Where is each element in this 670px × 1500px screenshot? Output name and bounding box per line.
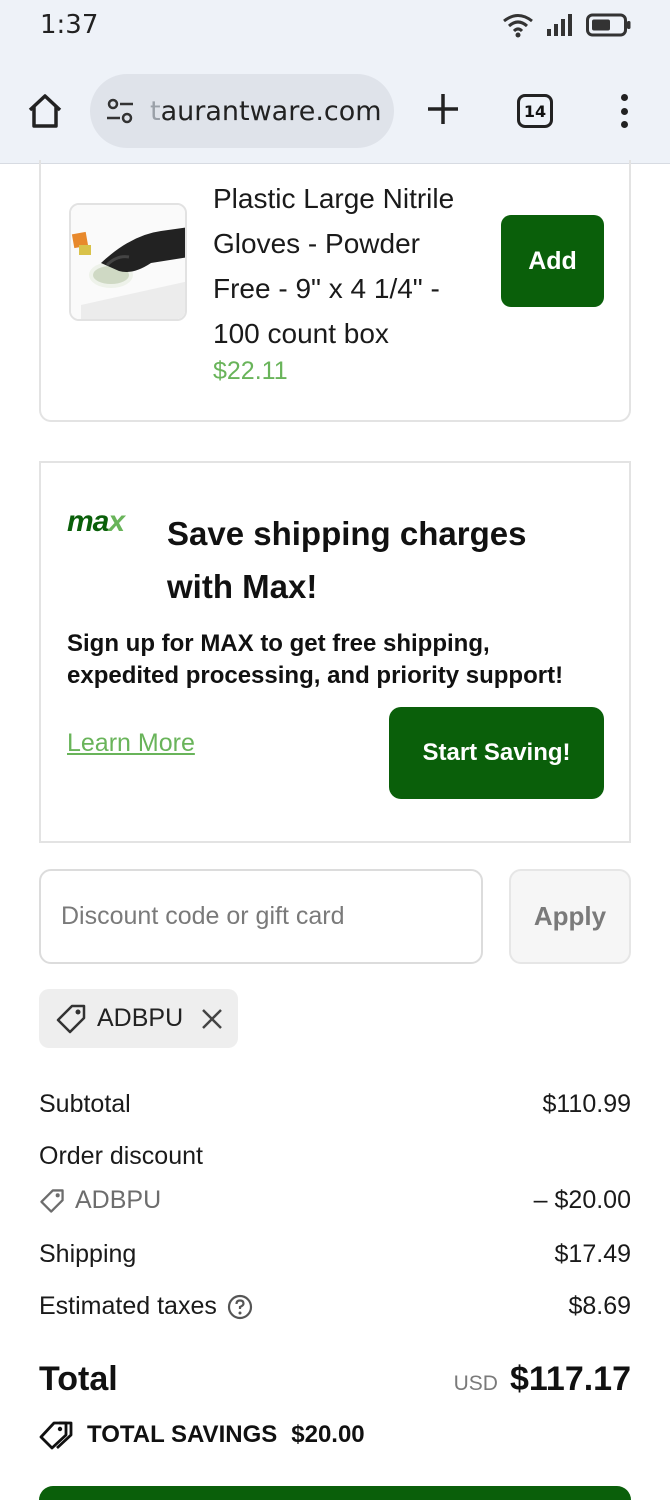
max-promo-description: Sign up for MAX to get free shipping, ex… [67, 630, 564, 689]
product-image [69, 203, 187, 321]
total-currency: USD [453, 1372, 498, 1395]
start-saving-button[interactable]: Start Saving! [389, 707, 604, 799]
apply-button[interactable]: Apply [509, 869, 631, 964]
home-button[interactable] [22, 88, 68, 134]
url-text-main: aurantware.com [160, 95, 382, 127]
total-label: Total [39, 1360, 118, 1398]
taxes-label: Estimated taxes [39, 1292, 217, 1320]
discount-code-label: ADBPU [39, 1186, 161, 1215]
taxes-row: Estimated taxes $8.69 [39, 1292, 631, 1321]
address-bar[interactable]: taurantware.com [90, 74, 394, 148]
savings-label: TOTAL SAVINGS [87, 1421, 278, 1448]
max-promo-title: Save shipping charges with Max! [167, 515, 527, 605]
shipping-value: $17.49 [554, 1240, 631, 1268]
tabs-button[interactable]: 14 [517, 94, 553, 128]
total-amount: $117.17 [509, 1360, 631, 1398]
status-bar: 1:37 [0, 0, 670, 60]
status-icons [502, 12, 632, 38]
tune-icon[interactable] [104, 95, 136, 127]
product-name[interactable]: Plastic Large Nitrile Gloves - Powder Fr… [213, 176, 483, 356]
checkout-button[interactable] [39, 1486, 631, 1500]
total-amount-group: USD $117.17 [454, 1360, 631, 1399]
signal-icon [547, 14, 572, 36]
tag-icon [56, 1004, 86, 1033]
max-promo-card: max Save shipping charges with Max! Sign… [39, 461, 631, 843]
discount-value: – $20.00 [533, 1186, 631, 1214]
savings-tag-icon [39, 1421, 73, 1450]
close-icon [202, 1008, 223, 1029]
max-logo-text: ma [67, 505, 109, 538]
browser-toolbar: taurantware.com 14 [0, 60, 670, 164]
help-icon[interactable] [227, 1294, 253, 1320]
discount-code-row: ADBPU – $20.00 [39, 1186, 631, 1215]
add-to-cart-button[interactable]: Add [501, 215, 604, 307]
learn-more-link[interactable]: Learn More [67, 729, 195, 758]
taxes-value: $8.69 [568, 1292, 631, 1320]
order-discount-label: Order discount [39, 1142, 203, 1170]
subtotal-value: $110.99 [542, 1090, 631, 1118]
discount-code-text: ADBPU [75, 1186, 162, 1214]
plus-icon [428, 94, 458, 124]
remove-discount-button[interactable] [199, 1006, 225, 1032]
order-discount-row: Order discount [39, 1142, 631, 1171]
shipping-row: Shipping $17.49 [39, 1240, 631, 1269]
tag-icon [40, 1188, 64, 1213]
url-text-faded: t [150, 95, 161, 127]
total-row: Total USD $117.17 [39, 1360, 631, 1399]
home-icon [28, 94, 62, 128]
applied-discount-code: ADBPU [97, 1004, 184, 1032]
url-text: taurantware.com [150, 96, 382, 127]
subtotal-label: Subtotal [39, 1090, 131, 1118]
savings-value: $20.00 [291, 1421, 365, 1448]
product-card: Plastic Large Nitrile Gloves - Powder Fr… [39, 160, 631, 422]
subtotal-row: Subtotal $110.99 [39, 1090, 631, 1119]
battery-icon [586, 13, 631, 37]
applied-discount-chip: ADBPU [39, 989, 238, 1048]
total-savings: TOTAL SAVINGS $20.00 [39, 1420, 365, 1450]
taxes-label-group: Estimated taxes [39, 1292, 253, 1321]
tab-count: 14 [523, 101, 547, 121]
max-logo-x: x [108, 505, 125, 538]
shipping-label: Shipping [39, 1240, 137, 1268]
wifi-icon [503, 14, 533, 38]
max-logo: max [67, 505, 125, 539]
product-price: $22.11 [213, 357, 288, 385]
discount-code-input[interactable] [39, 869, 483, 964]
new-tab-button[interactable] [420, 86, 466, 132]
more-vert-icon[interactable] [612, 88, 636, 134]
status-time: 1:37 [40, 10, 99, 40]
